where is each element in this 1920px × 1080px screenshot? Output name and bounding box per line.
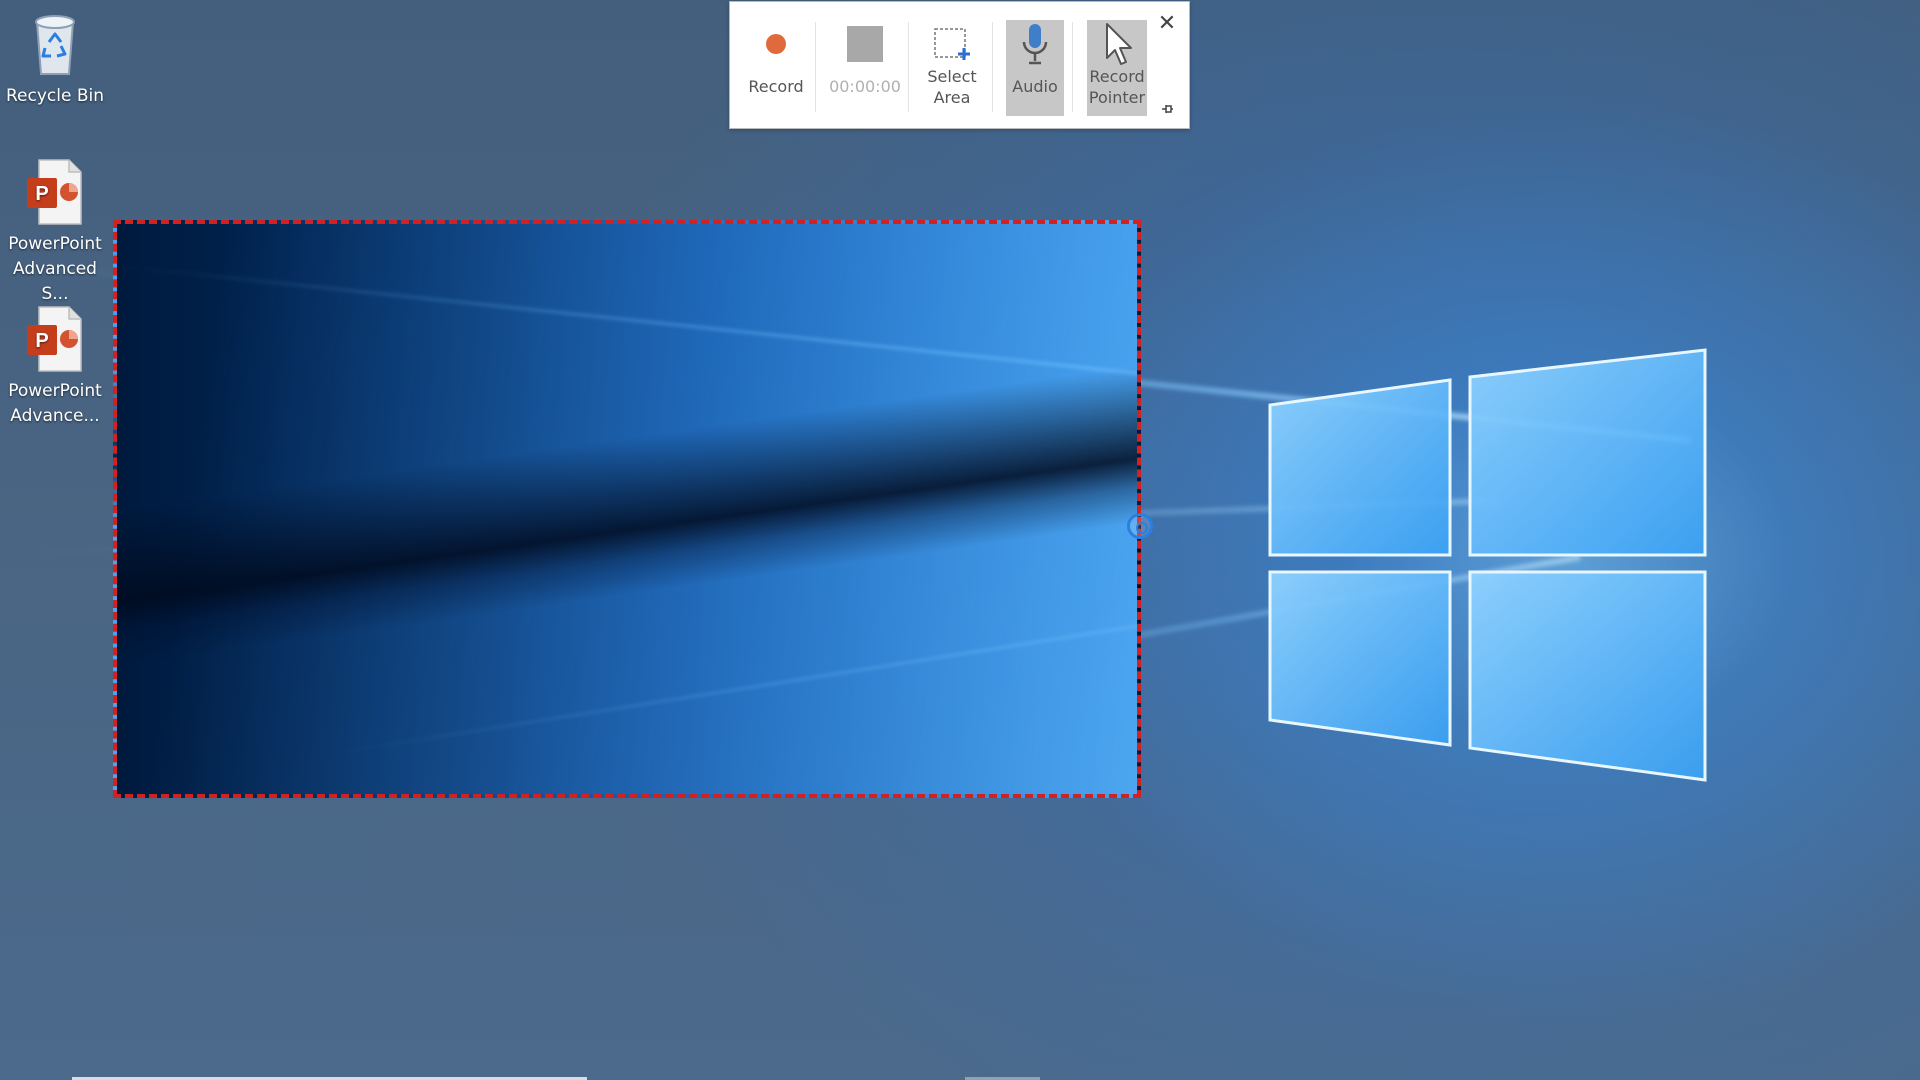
separator xyxy=(992,22,993,112)
stop-button: 00:00:00 xyxy=(822,20,908,116)
desktop-icon-label: PowerPoint Advance... xyxy=(8,381,102,426)
windows-logo xyxy=(1260,340,1720,790)
audio-toggle-button[interactable]: Audio xyxy=(1006,20,1064,116)
light-beam xyxy=(316,613,1137,758)
recycle-bin-icon xyxy=(23,8,87,80)
screen-recording-toolbar: Record 00:00:00 Select Area Audio Record… xyxy=(729,1,1190,129)
desktop-icon-powerpoint-1[interactable]: P PowerPoint Advanced S... xyxy=(0,156,110,307)
separator xyxy=(1072,22,1073,112)
powerpoint-file-icon: P xyxy=(23,303,87,375)
record-icon xyxy=(752,20,800,68)
light-beam xyxy=(117,264,1137,383)
svg-text:P: P xyxy=(35,330,48,352)
svg-text:P: P xyxy=(35,183,48,205)
record-pointer-label: Record Pointer xyxy=(1088,67,1146,107)
resize-handle[interactable] xyxy=(1127,513,1153,539)
select-area-label: Select Area xyxy=(927,67,977,107)
recording-area-selection[interactable] xyxy=(113,220,1141,798)
record-button[interactable]: Record xyxy=(740,20,812,116)
microphone-icon xyxy=(1011,20,1059,68)
pointer-icon xyxy=(1093,20,1141,68)
desktop-icon-label: Recycle Bin xyxy=(5,86,104,106)
record-label: Record xyxy=(748,77,804,96)
close-icon[interactable]: ✕ xyxy=(1155,12,1179,36)
select-area-icon xyxy=(928,20,976,68)
stop-icon xyxy=(841,20,889,68)
audio-label: Audio xyxy=(1012,77,1058,96)
separator xyxy=(908,22,909,112)
record-pointer-button[interactable]: Record Pointer xyxy=(1087,20,1147,116)
desktop-icon-recycle-bin[interactable]: Recycle Bin xyxy=(0,8,110,109)
powerpoint-file-icon: P xyxy=(23,156,87,228)
desktop-icon-label: PowerPoint Advanced S... xyxy=(8,234,102,304)
desktop-icon-powerpoint-2[interactable]: P PowerPoint Advance... xyxy=(0,303,110,429)
separator xyxy=(815,22,816,112)
timer-label: 00:00:00 xyxy=(829,77,901,96)
pin-icon[interactable] xyxy=(1158,102,1176,120)
select-area-button[interactable]: Select Area xyxy=(916,20,988,116)
